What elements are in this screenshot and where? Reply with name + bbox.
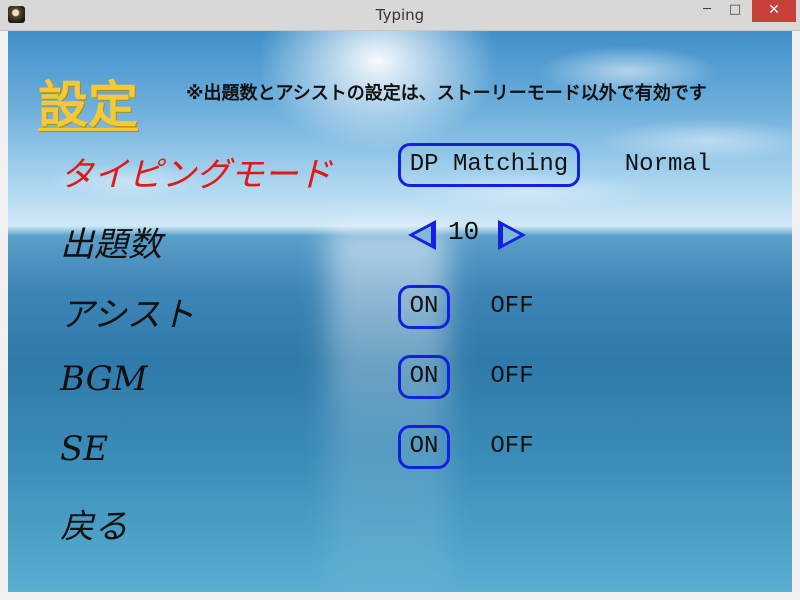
close-button[interactable]: ✕ (752, 0, 796, 22)
back-button[interactable]: 戻る (60, 499, 128, 548)
question-count-value: 10 (448, 217, 480, 247)
app-window: Typing ─ □ ✕ 設定 ※出題数とアシストの設定は、ストーリーモード以外… (0, 0, 800, 600)
bgm-on-option[interactable]: ON (398, 355, 450, 399)
page-title: 設定 (38, 76, 138, 134)
sun-reflection (328, 226, 448, 592)
question-count-label[interactable]: 出題数 (60, 217, 162, 266)
assist-on-option[interactable]: ON (398, 285, 450, 329)
triangle-left-icon[interactable] (408, 220, 436, 250)
maximize-button[interactable]: □ (722, 0, 748, 22)
title-bar[interactable]: Typing ─ □ ✕ (0, 0, 800, 31)
typing-mode-normal-option[interactable]: Normal (618, 143, 718, 187)
typing-mode-label[interactable]: タイピングモード (60, 147, 332, 196)
se-label[interactable]: SE (60, 429, 108, 469)
assist-off-option[interactable]: OFF (484, 285, 540, 329)
minimize-button[interactable]: ─ (694, 0, 720, 22)
settings-screen: 設定 ※出題数とアシストの設定は、ストーリーモード以外で有効です タイピングモー… (8, 31, 792, 592)
assist-label[interactable]: アシスト (60, 287, 195, 336)
se-on-option[interactable]: ON (398, 425, 450, 469)
window-title: Typing (375, 6, 425, 24)
se-off-option[interactable]: OFF (484, 425, 540, 469)
typing-mode-dp-matching-option[interactable]: DP Matching (398, 143, 580, 187)
bgm-label[interactable]: BGM (60, 359, 148, 399)
triangle-right-icon[interactable] (498, 220, 526, 250)
bgm-off-option[interactable]: OFF (484, 355, 540, 399)
settings-note: ※出題数とアシストの設定は、ストーリーモード以外で有効です (186, 83, 707, 104)
